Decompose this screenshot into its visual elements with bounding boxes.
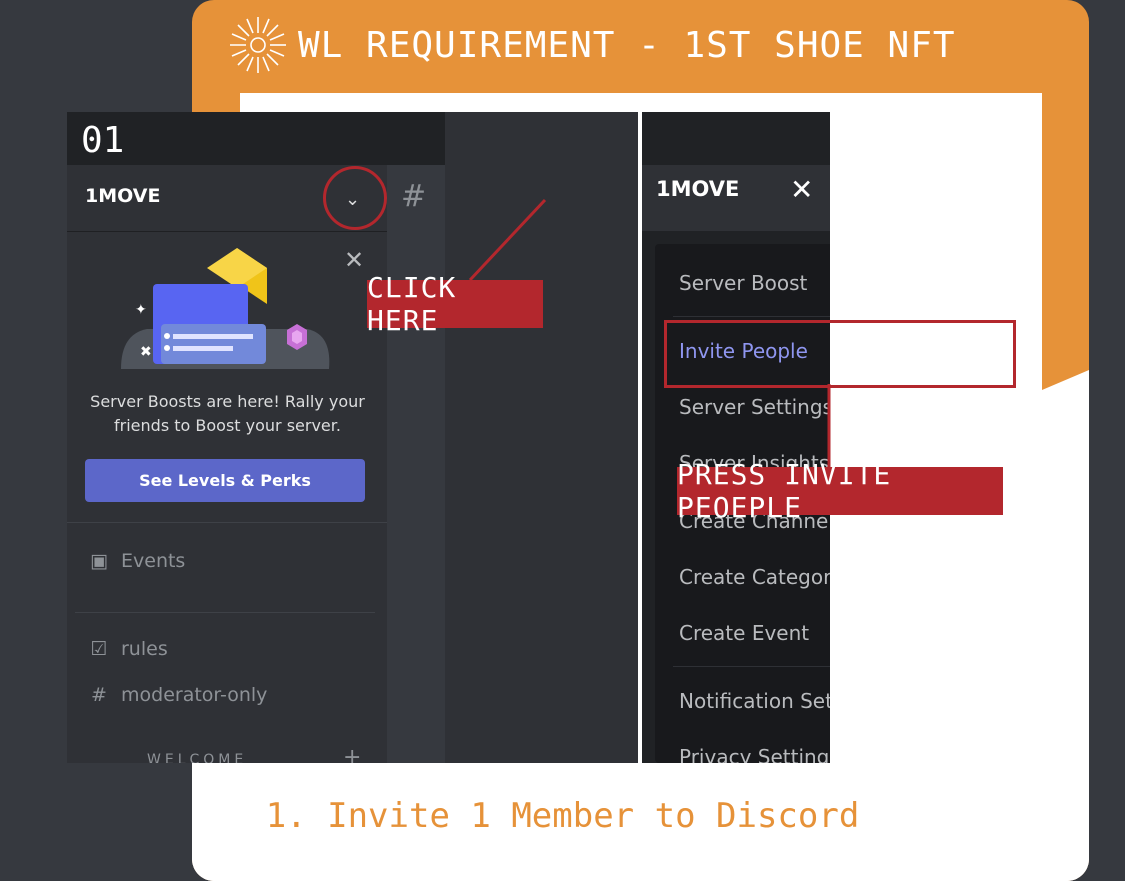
click-here-callout: CLICK HERE <box>367 271 543 337</box>
invite-highlight-box <box>664 320 1016 388</box>
step-caption: 1. Invite 1 Member to Discord <box>265 796 860 836</box>
press-invite-callout: PRESS INVITE PEOEPLE <box>677 458 1003 524</box>
annotation-lines <box>468 198 831 468</box>
